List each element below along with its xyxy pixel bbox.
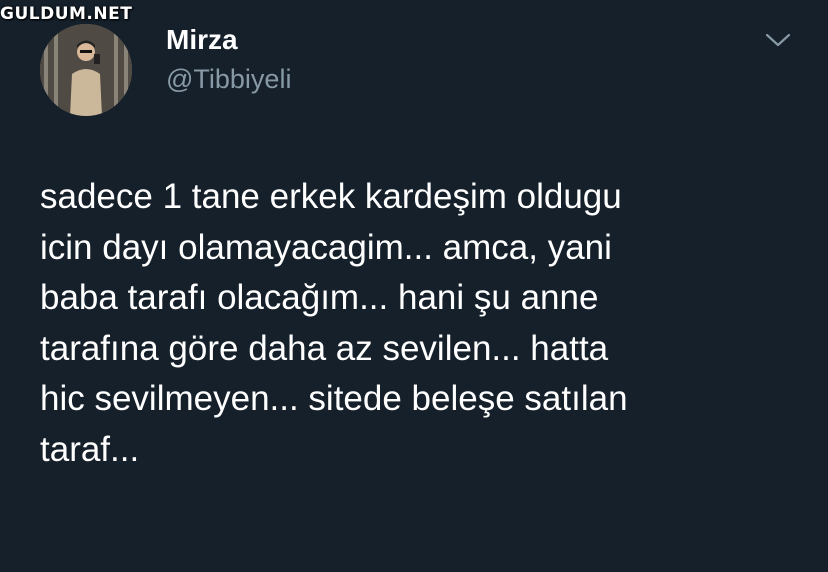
user-handle[interactable]: @Tibbiyeli (166, 64, 291, 95)
display-name[interactable]: Mirza (166, 24, 238, 56)
tweet-text: sadece 1 tane erkek kardeşim oldugu icin… (40, 177, 628, 469)
tweet-card: GULDUM.NET Mirza @Tibbiyeli sadece 1 tan… (0, 0, 828, 572)
avatar-image (40, 24, 132, 116)
watermark-logo: GULDUM.NET (0, 4, 133, 24)
chevron-down-icon[interactable] (764, 30, 792, 50)
avatar[interactable] (40, 24, 132, 116)
